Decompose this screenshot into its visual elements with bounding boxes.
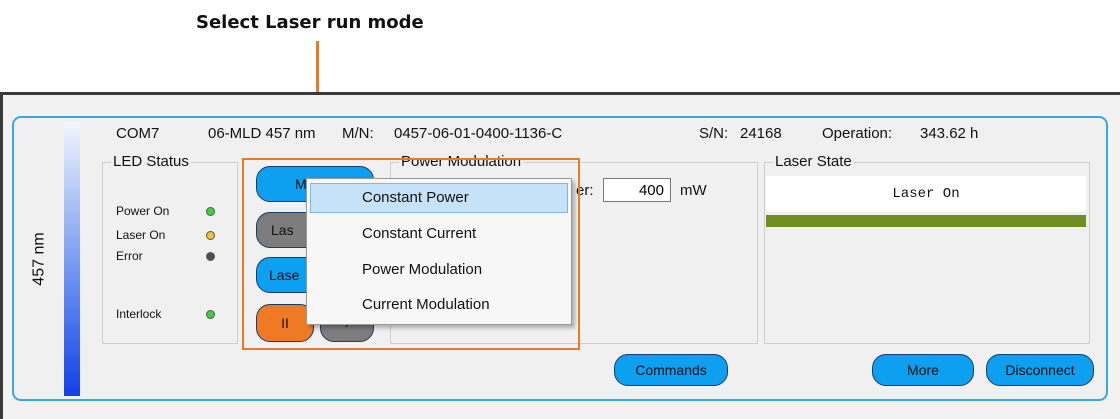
sn-value: 24168 [740, 125, 782, 142]
laser-state-indicator-bar [766, 215, 1086, 227]
laser-state-title: Laser State [773, 153, 854, 170]
port-label: COM7 [116, 125, 160, 142]
disconnect-button[interactable]: Disconnect [986, 354, 1094, 386]
commands-button[interactable]: Commands [614, 354, 728, 386]
led-label-laser-on: Laser On [116, 228, 166, 242]
led-label-interlock: Interlock [116, 307, 162, 321]
mn-value: 0457-06-01-0400-1136-C [394, 125, 563, 142]
wavelength-side-label: 457 nm [18, 124, 62, 394]
more-button[interactable]: More [872, 354, 974, 386]
model-label: 06-MLD 457 nm [208, 125, 316, 142]
interlock-led-icon [206, 310, 215, 319]
operation-value: 343.62 h [920, 125, 979, 142]
mn-label: M/N: [342, 125, 374, 142]
laser-state-display: Laser On [766, 176, 1086, 212]
error-led-icon [206, 252, 215, 261]
wavelength-label: 457 nm [31, 232, 48, 286]
led-label-error: Error [116, 249, 143, 263]
power-on-led-icon [206, 207, 215, 216]
sn-label: S/N: [699, 125, 729, 142]
led-label-power-on: Power On [116, 204, 170, 218]
wavelength-gradient-bar [64, 122, 80, 396]
led-status-title: LED Status [111, 153, 191, 170]
caption-select-run-mode: Select Laser run mode [196, 12, 424, 33]
power-setpoint-input[interactable] [603, 178, 671, 202]
laser-on-led-icon [206, 231, 215, 240]
highlight-annotation-box [242, 158, 580, 350]
power-unit-label: mW [680, 182, 707, 199]
operation-label: Operation: [822, 125, 893, 142]
